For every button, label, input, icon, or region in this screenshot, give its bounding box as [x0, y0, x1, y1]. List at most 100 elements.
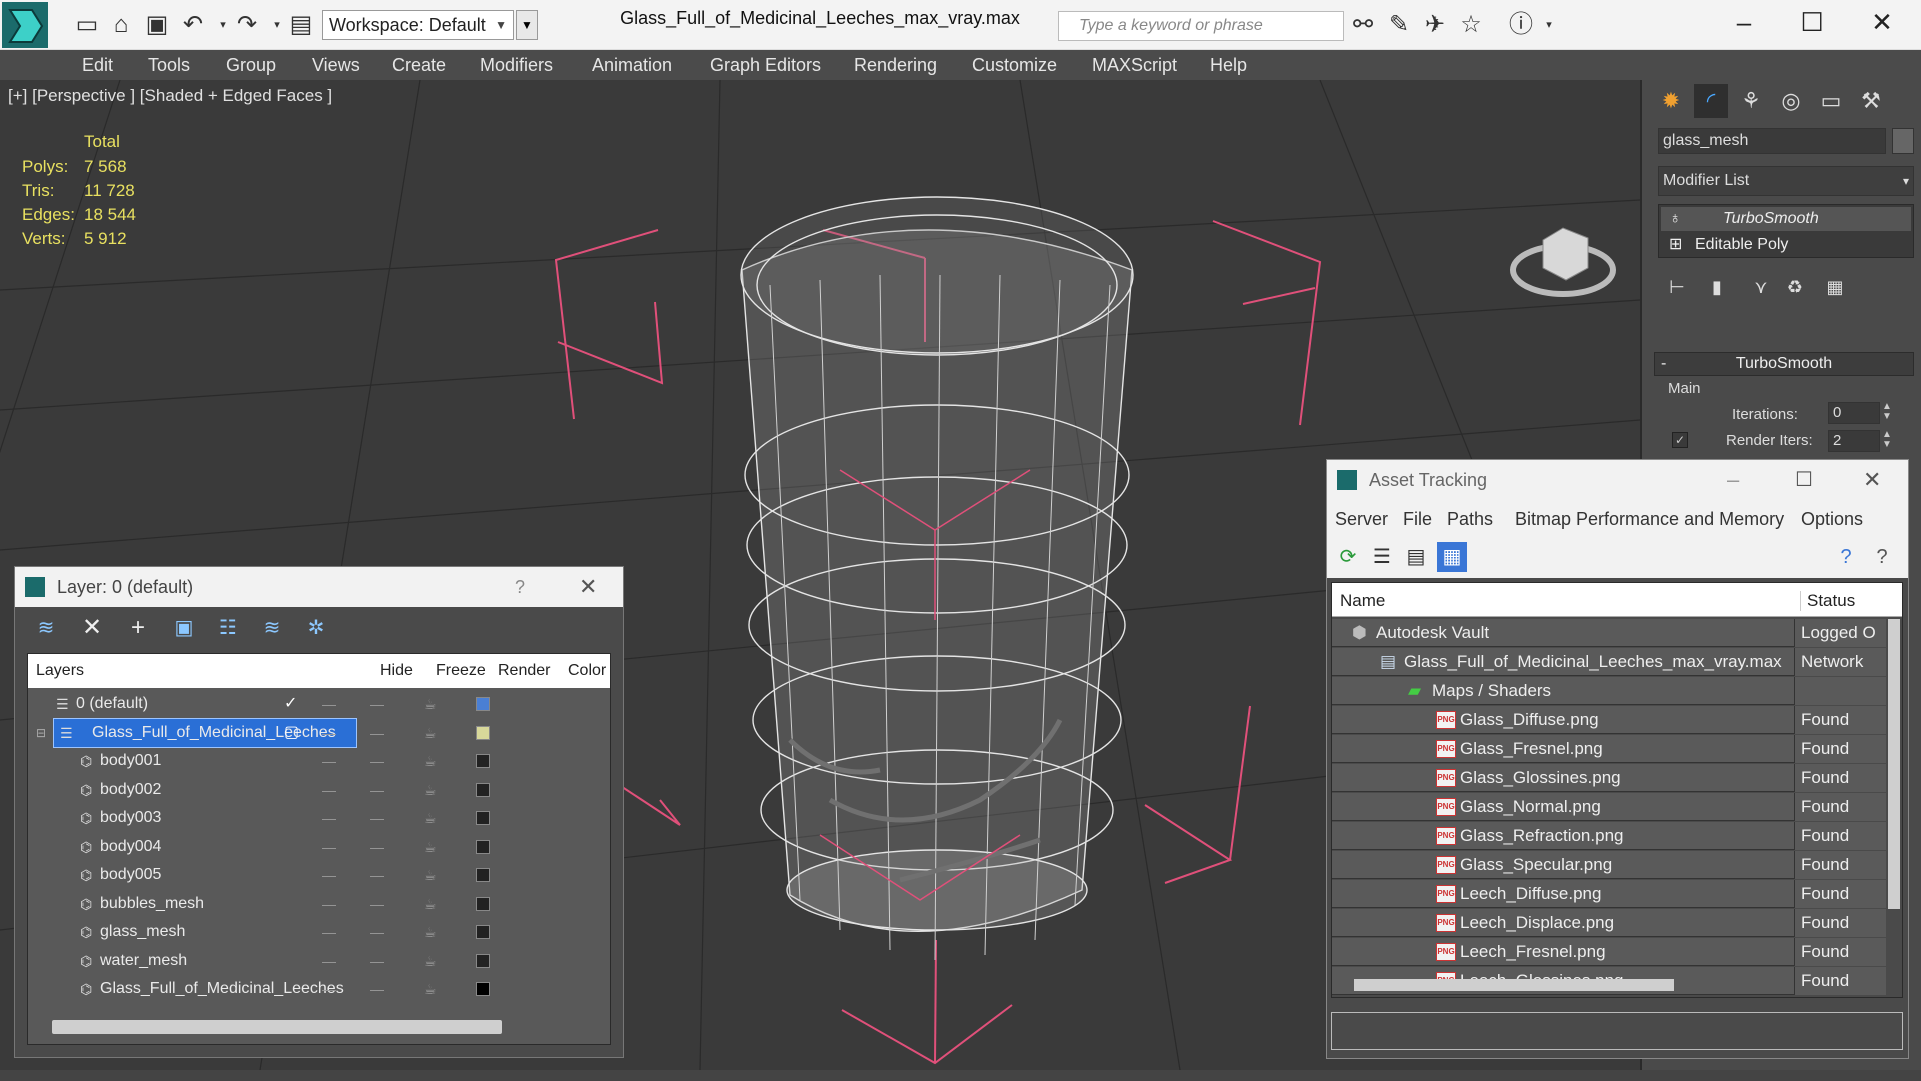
tools-icon[interactable]: ✎: [1384, 10, 1414, 40]
asset-menu-paths[interactable]: Paths: [1447, 500, 1493, 538]
hide-toggle-icon[interactable]: —: [322, 918, 336, 946]
minimize-button[interactable]: –: [1714, 2, 1774, 42]
viewcube[interactable]: [1508, 210, 1618, 310]
hide-toggle-icon[interactable]: —: [322, 890, 336, 918]
freeze-toggle-icon[interactable]: —: [370, 690, 384, 718]
layer-color-swatch[interactable]: [476, 925, 490, 939]
layer-color-swatch[interactable]: [476, 868, 490, 882]
asset-row[interactable]: PNG Glass_Diffuse.png Found: [1332, 706, 1886, 734]
asset-menu-bitmap[interactable]: Bitmap Performance and Memory: [1515, 500, 1784, 538]
col-hide[interactable]: Hide: [380, 662, 413, 680]
render-iters-checkbox[interactable]: ✓: [1672, 432, 1688, 448]
hide-toggle-icon[interactable]: —: [322, 719, 336, 747]
select-objects-icon[interactable]: ▣: [169, 613, 199, 643]
make-unique-icon[interactable]: ⋎: [1744, 270, 1778, 304]
app-logo[interactable]: [2, 2, 48, 48]
open-folder-icon[interactable]: ⌂: [106, 10, 136, 40]
layer-row[interactable]: ⌬ body003 — — ☕: [30, 804, 608, 832]
hide-toggle-icon[interactable]: —: [322, 833, 336, 861]
modifier-list-select[interactable]: Modifier List ▾: [1658, 166, 1914, 196]
remove-modifier-icon[interactable]: ♻: [1778, 270, 1812, 304]
thumbnail-view-icon[interactable]: ▤: [1401, 542, 1431, 572]
freeze-toggle-icon[interactable]: —: [370, 890, 384, 918]
collapse-icon[interactable]: ⊟: [36, 719, 46, 747]
freeze-toggle-icon[interactable]: —: [370, 804, 384, 832]
undo-icon[interactable]: ↶: [178, 10, 208, 40]
layer-row[interactable]: ☰ 0 (default) ✓ — — ☕: [30, 690, 608, 718]
save-icon[interactable]: ▣: [142, 10, 172, 40]
render-toggle-icon[interactable]: ☕: [424, 890, 437, 918]
configure-modifier-sets-icon[interactable]: ▦: [1818, 270, 1852, 304]
turbosmooth-rollout-header[interactable]: - TurboSmooth: [1654, 352, 1914, 376]
iterations-spinner-arrows[interactable]: ▲ ▼: [1882, 402, 1892, 422]
asset-hscrollbar[interactable]: [1354, 979, 1674, 991]
freeze-toggle-icon[interactable]: —: [370, 861, 384, 889]
col-render[interactable]: Render: [498, 662, 550, 680]
maximize-button[interactable]: ☐: [1782, 2, 1842, 42]
search-input[interactable]: Type a keyword or phrase: [1058, 11, 1344, 41]
hide-toggle-icon[interactable]: —: [322, 947, 336, 975]
freeze-toggle-icon[interactable]: —: [370, 719, 384, 747]
workspace-select[interactable]: Workspace: Default ▼: [322, 10, 514, 40]
layer-dialog-titlebar[interactable]: Layer: 0 (default) ? ✕: [15, 567, 623, 607]
pin-stack-icon[interactable]: ⊢: [1660, 270, 1694, 304]
binoculars-icon[interactable]: ⚯: [1348, 10, 1378, 40]
asset-menu-server[interactable]: Server: [1335, 500, 1388, 538]
menu-create[interactable]: Create: [392, 50, 446, 80]
create-tab-icon[interactable]: ✹: [1654, 84, 1688, 118]
menu-modifiers[interactable]: Modifiers: [480, 50, 553, 80]
add-selection-icon[interactable]: +: [123, 613, 153, 643]
layer-color-swatch[interactable]: [476, 811, 490, 825]
menu-group[interactable]: Group: [226, 50, 276, 80]
freeze-toggle-icon[interactable]: —: [370, 776, 384, 804]
object-color-swatch[interactable]: [1892, 128, 1914, 154]
render-toggle-icon[interactable]: ☕: [424, 918, 437, 946]
list-view-icon[interactable]: ☰: [1367, 542, 1397, 572]
new-file-icon[interactable]: ▭: [72, 10, 102, 40]
col-status[interactable]: Status: [1800, 591, 1855, 611]
render-toggle-icon[interactable]: ☕: [424, 776, 437, 804]
close-icon[interactable]: ✕: [579, 567, 597, 607]
show-end-result-icon[interactable]: ▮: [1700, 270, 1734, 304]
maximize-icon[interactable]: ☐: [1795, 460, 1813, 500]
layer-row[interactable]: ☰ Glass_Full_of_Medicinal_Leeches ⊟ ▢ — — ☕: [30, 717, 608, 748]
project-folder-icon[interactable]: ▤: [286, 10, 316, 40]
hide-toggle-icon[interactable]: —: [322, 747, 336, 775]
render-toggle-icon[interactable]: ☕: [424, 947, 437, 975]
iterations-spinner[interactable]: 0: [1828, 402, 1880, 424]
freeze-toggle-icon[interactable]: —: [370, 975, 384, 1003]
modify-tab-icon[interactable]: ◜: [1694, 84, 1728, 118]
layer-color-swatch[interactable]: [476, 697, 490, 711]
freeze-all-icon[interactable]: ✲: [301, 613, 331, 643]
asset-row[interactable]: PNG Leech_Diffuse.png Found: [1332, 880, 1886, 908]
asset-row[interactable]: ⬢ Autodesk Vault Logged O: [1332, 619, 1886, 647]
layer-row[interactable]: ⌬ water_mesh — — ☕: [30, 947, 608, 975]
workspace-menu-button[interactable]: ▼: [516, 10, 538, 40]
menu-edit[interactable]: Edit: [82, 50, 113, 80]
col-layers[interactable]: Layers: [36, 662, 84, 680]
render-toggle-icon[interactable]: ☕: [424, 690, 437, 718]
delete-layer-icon[interactable]: ✕: [77, 613, 107, 643]
hide-all-icon[interactable]: ≋: [257, 613, 287, 643]
asset-vscrollbar[interactable]: [1888, 619, 1900, 909]
stack-item-turbosmooth[interactable]: ♁ TurboSmooth: [1661, 207, 1911, 231]
render-toggle-icon[interactable]: ☕: [424, 833, 437, 861]
layer-color-swatch[interactable]: [476, 754, 490, 768]
hierarchy-tab-icon[interactable]: ⚘: [1734, 84, 1768, 118]
layer-color-swatch[interactable]: [476, 725, 490, 740]
freeze-toggle-icon[interactable]: —: [370, 918, 384, 946]
layer-row[interactable]: ⌬ glass_mesh — — ☕: [30, 918, 608, 946]
layer-row[interactable]: ⌬ body004 — — ☕: [30, 833, 608, 861]
layer-row[interactable]: ⌬ bubbles_mesh — — ☕: [30, 890, 608, 918]
layer-row[interactable]: ⌬ Glass_Full_of_Medicinal_Leeches — — ☕: [30, 975, 608, 1003]
motion-tab-icon[interactable]: ◎: [1774, 84, 1808, 118]
layer-color-swatch[interactable]: [476, 982, 490, 996]
asset-row[interactable]: ▰ Maps / Shaders: [1332, 677, 1886, 705]
asset-row[interactable]: PNG Leech_Fresnel.png Found: [1332, 938, 1886, 966]
render-toggle-icon[interactable]: ☕: [424, 804, 437, 832]
close-icon[interactable]: ✕: [1863, 460, 1881, 500]
close-button[interactable]: ✕: [1852, 2, 1912, 42]
asset-row[interactable]: PNG Glass_Refraction.png Found: [1332, 822, 1886, 850]
menu-rendering[interactable]: Rendering: [854, 50, 937, 80]
menu-maxscript[interactable]: MAXScript: [1092, 50, 1177, 80]
